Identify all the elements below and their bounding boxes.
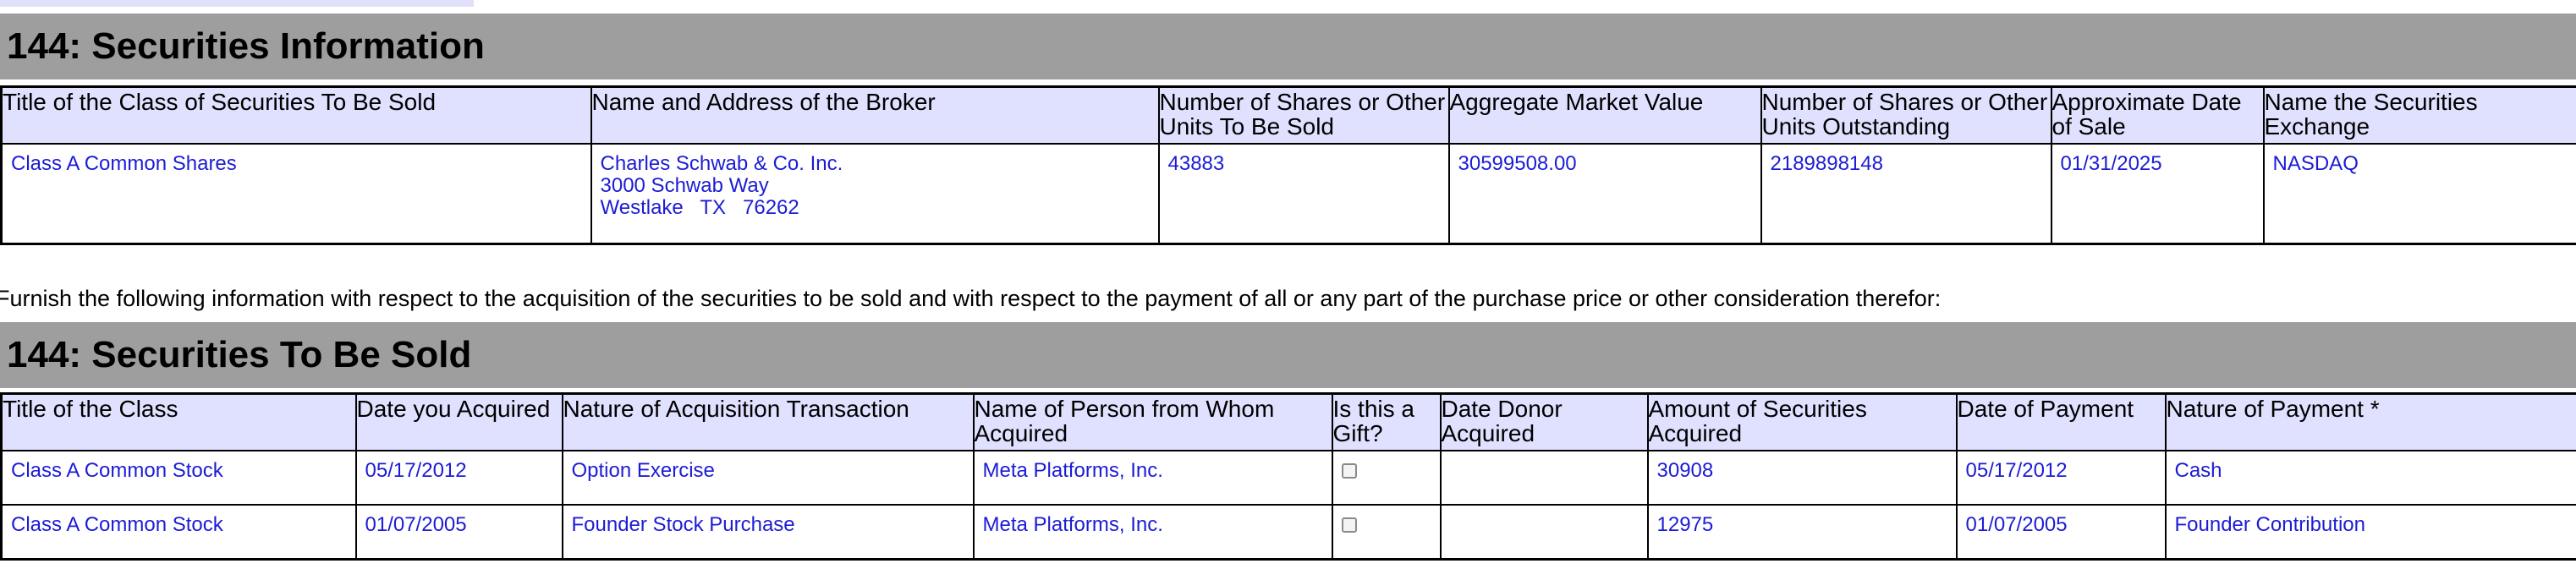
table-header-row: Title of the Class Date you Acquired Nat…	[0, 393, 2576, 451]
section-title-securities-information: 144: Securities Information	[0, 14, 2576, 79]
gift-checkbox[interactable]	[1341, 517, 1357, 533]
cell-donor-date	[1439, 450, 1649, 506]
col-header-is-gift: Is this a Gift?	[1331, 393, 1442, 451]
cell-payment-nature: Cash	[2164, 450, 2576, 506]
cell-broker: Charles Schwab & Co. Inc. 3000 Schwab Wa…	[590, 143, 1160, 245]
cell-shares-outstanding: 2189898148	[1760, 143, 2052, 245]
col-header-exchange: Name the Securities Exchange	[2262, 86, 2576, 145]
cell-class: Class A Common Stock	[0, 504, 357, 561]
cell-date-acquired: 05/17/2012	[354, 450, 563, 506]
securities-to-be-sold-table: Title of the Class Date you Acquired Nat…	[0, 392, 2576, 561]
cell-nature: Option Exercise	[561, 450, 975, 506]
cell-is-gift	[1331, 450, 1442, 506]
col-header-market-value: Aggregate Market Value	[1447, 86, 1762, 145]
col-header-donor-date: Date Donor Acquired	[1439, 393, 1649, 451]
top-strip	[0, 0, 474, 7]
col-header-class: Title of the Class	[0, 393, 357, 451]
cell-exchange: NASDAQ	[2262, 143, 2576, 245]
cell-amount: 30908	[1646, 450, 1958, 506]
broker-city-line: Westlake TX 76262	[600, 196, 799, 219]
col-header-payment-date: Date of Payment	[1955, 393, 2167, 451]
cell-from-whom: Meta Platforms, Inc.	[972, 504, 1333, 561]
cell-date-acquired: 01/07/2005	[354, 504, 563, 561]
section-title-securities-to-be-sold: 144: Securities To Be Sold	[0, 322, 2576, 388]
cell-class-title: Class A Common Shares	[0, 143, 592, 245]
table-row: Class A Common Stock 05/17/2012 Option E…	[0, 450, 2576, 506]
col-header-nature: Nature of Acquisition Transaction	[561, 393, 975, 451]
gift-checkbox[interactable]	[1341, 463, 1357, 479]
cell-is-gift	[1331, 504, 1442, 561]
col-header-broker: Name and Address of the Broker	[590, 86, 1160, 145]
col-header-from-whom: Name of Person from Whom Acquired	[972, 393, 1333, 451]
cell-nature: Founder Stock Purchase	[561, 504, 975, 561]
col-header-payment-nature: Nature of Payment *	[2164, 393, 2576, 451]
col-header-sale-date: Approximate Date of Sale	[2050, 86, 2265, 145]
securities-information-table: Title of the Class of Securities To Be S…	[0, 85, 2576, 245]
col-header-date-acquired: Date you Acquired	[354, 393, 563, 451]
cell-shares-to-sell: 43883	[1157, 143, 1450, 245]
cell-payment-date: 05/17/2012	[1955, 450, 2167, 506]
col-header-class-title: Title of the Class of Securities To Be S…	[0, 86, 592, 145]
cell-payment-date: 01/07/2005	[1955, 504, 2167, 561]
cell-sale-date: 01/31/2025	[2050, 143, 2265, 245]
col-header-shares-outstanding: Number of Shares or Other Units Outstand…	[1760, 86, 2052, 145]
cell-payment-nature: Founder Contribution	[2164, 504, 2576, 561]
table-row: Class A Common Shares Charles Schwab & C…	[0, 143, 2576, 245]
cell-from-whom: Meta Platforms, Inc.	[972, 450, 1333, 506]
instruction-text: Furnish the following information with r…	[0, 286, 1942, 311]
cell-amount: 12975	[1646, 504, 1958, 561]
col-header-amount: Amount of Securities Acquired	[1646, 393, 1958, 451]
table-header-row: Title of the Class of Securities To Be S…	[0, 86, 2576, 145]
cell-market-value: 30599508.00	[1447, 143, 1762, 245]
table-row: Class A Common Stock 01/07/2005 Founder …	[0, 504, 2576, 561]
broker-street: 3000 Schwab Way	[600, 174, 769, 197]
cell-donor-date	[1439, 504, 1649, 561]
cell-class: Class A Common Stock	[0, 450, 357, 506]
col-header-shares-to-sell: Number of Shares or Other Units To Be So…	[1157, 86, 1450, 145]
broker-name: Charles Schwab & Co. Inc.	[600, 152, 843, 175]
